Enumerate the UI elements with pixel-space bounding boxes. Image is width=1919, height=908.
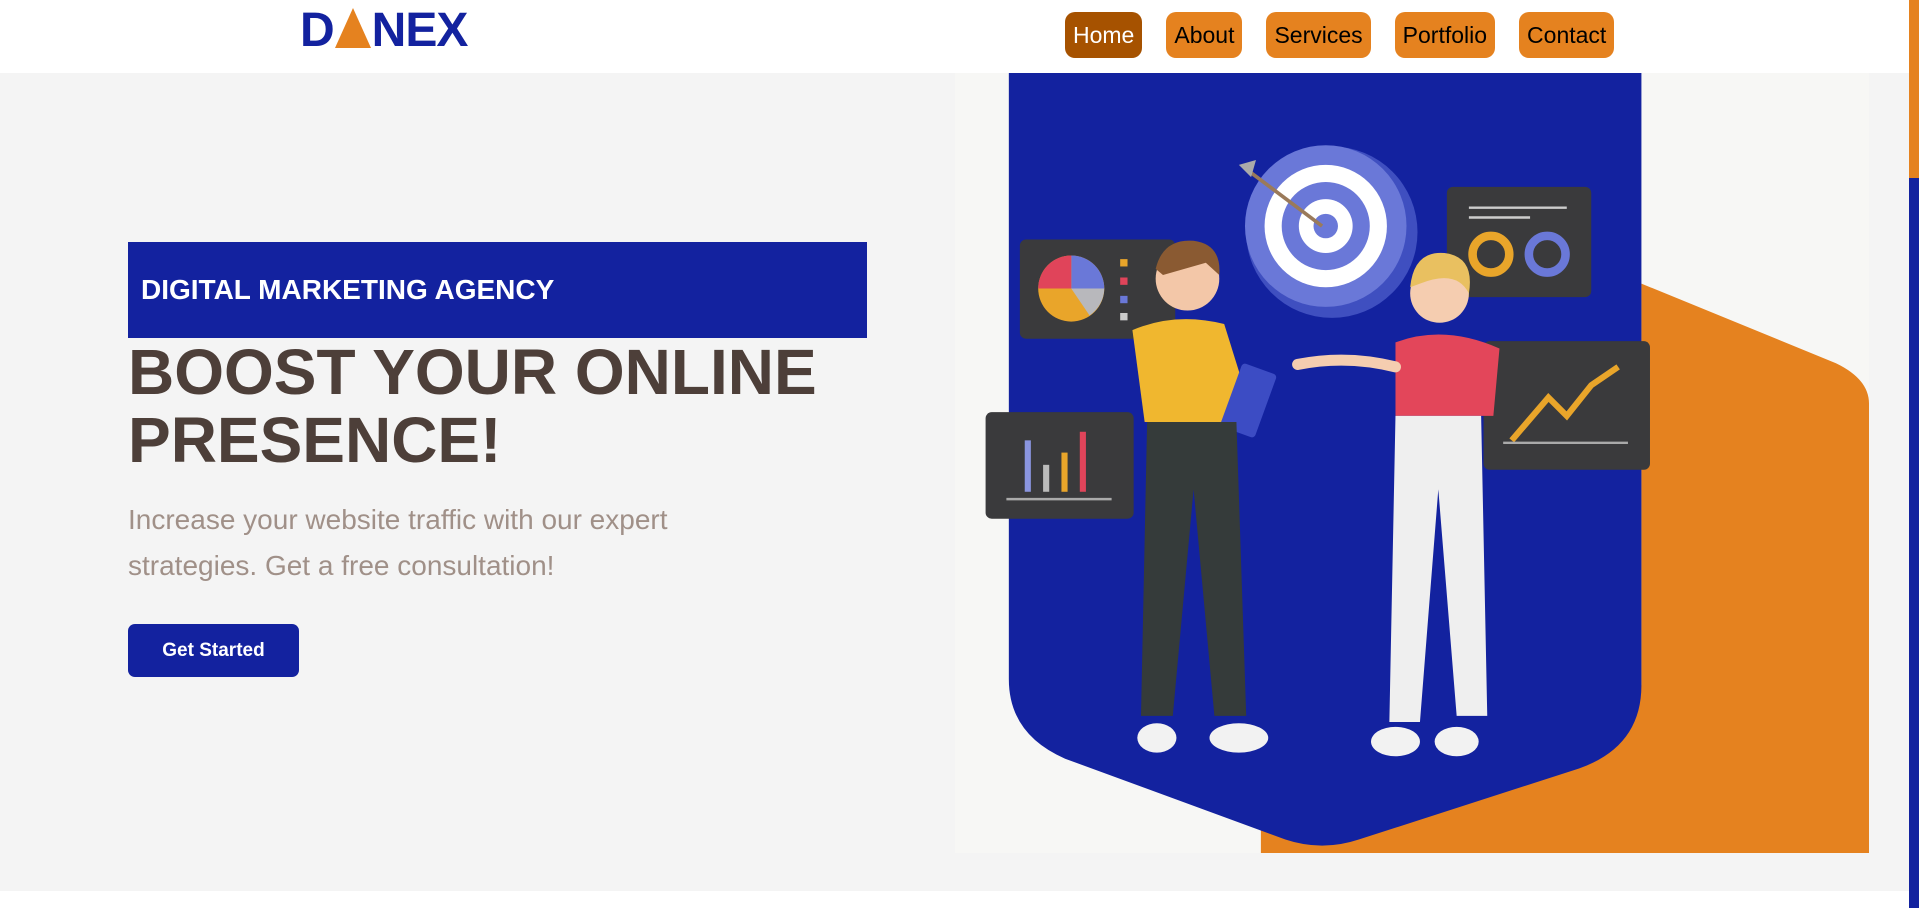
page-scrollbar[interactable] [1909,0,1919,908]
nav-portfolio[interactable]: Portfolio [1394,12,1496,58]
nav-about[interactable]: About [1166,12,1243,58]
main-nav: Home About Services Portfolio Contact [1065,12,1615,58]
logo-text-right: NEX [371,3,469,57]
logo-text-left: D [300,3,335,57]
hero-title: BOOST YOUR ONLINE PRESENCE! [128,338,888,474]
logo-a-triangle-icon [334,8,371,48]
get-started-button[interactable]: Get Started [128,624,299,677]
hero-tag: DIGITAL MARKETING AGENCY [128,242,867,338]
hero-subtitle: Increase your website traffic with our e… [128,504,668,581]
title-line-2: PRESENCE! [128,404,502,476]
title-line-1: BOOST YOUR ONLINE [128,336,817,408]
site-header: D NEX Home About Services Portfolio Conta… [0,0,1909,73]
growth-chart-panel [1483,341,1650,470]
nav-contact[interactable]: Contact [1519,12,1615,58]
bar-chart-panel [985,412,1134,519]
scrollbar-thumb[interactable] [1909,0,1919,178]
logo[interactable]: D NEX [300,4,468,57]
nav-services[interactable]: Services [1266,12,1371,58]
marketing-team-illustration [955,73,1869,853]
nav-home[interactable]: Home [1065,12,1143,58]
